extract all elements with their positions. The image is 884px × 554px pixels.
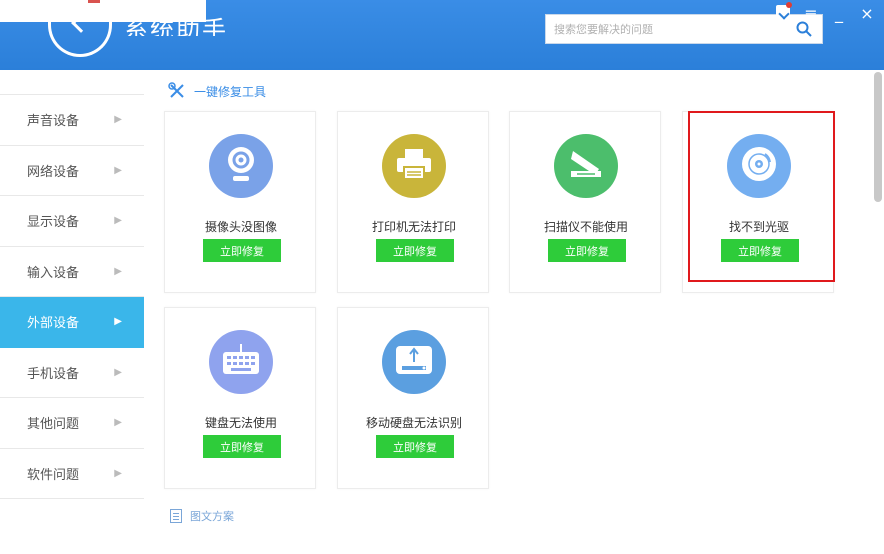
card-icon-circle <box>209 134 273 198</box>
back-button[interactable] <box>48 5 112 57</box>
keyboard-icon <box>221 344 261 380</box>
section-title: 一键修复工具 <box>168 82 266 100</box>
chevron-right-icon: ▶ <box>114 265 122 277</box>
card-label: 打印机无法打印 <box>371 220 456 234</box>
footer-link-label: 图文方案 <box>190 510 234 523</box>
section-title-label: 一键修复工具 <box>194 84 267 99</box>
menu-button[interactable]: ≡ <box>802 3 820 23</box>
sidebar-item[interactable]: 显示设备 ▶ <box>0 196 144 247</box>
sidebar-item[interactable]: 外部设备 ▶ <box>0 297 144 348</box>
fix-now-button[interactable]: 立即修复 <box>376 435 454 458</box>
sidebar-item-label: 声音设备 <box>27 114 80 130</box>
repair-card: 移动硬盘无法识别立即修复 <box>337 307 489 489</box>
app-title: 系统助手 <box>124 16 228 36</box>
repair-card: 键盘无法使用立即修复 <box>164 307 316 489</box>
card-label: 扫描仪不能使用 <box>543 220 628 234</box>
chevron-right-icon: ▶ <box>114 215 122 227</box>
document-icon <box>170 509 182 523</box>
search-input[interactable] <box>546 15 786 43</box>
sidebar-item[interactable]: 手机设备 ▶ <box>0 347 144 398</box>
repair-tools-icon <box>168 82 184 98</box>
repair-card: 摄像头没图像立即修复 <box>164 111 316 293</box>
sidebar-item-label: 手机设备 <box>27 366 80 382</box>
chevron-right-icon: ▶ <box>114 417 122 429</box>
sidebar-item-label: 输入设备 <box>27 265 80 281</box>
sidebar-item[interactable]: 其他问题 ▶ <box>0 398 144 449</box>
sidebar-item[interactable]: 软件问题 ▶ <box>0 448 144 499</box>
sidebar-item-label: 网络设备 <box>27 164 80 180</box>
sidebar-item-label: 显示设备 <box>27 215 80 231</box>
card-label: 摄像头没图像 <box>204 220 277 234</box>
card-icon-circle <box>382 134 446 198</box>
header-bar: 系统助手 ≡ _ × <box>0 0 884 70</box>
printer-icon <box>395 147 433 185</box>
repair-card: 打印机无法打印立即修复 <box>337 111 489 293</box>
notification-dot <box>786 2 792 8</box>
fix-now-button[interactable]: 立即修复 <box>203 239 281 262</box>
close-button[interactable]: × <box>858 3 876 23</box>
sidebar: 声音设备 ▶ 网络设备 ▶ 显示设备 ▶ 输入设备 ▶ 外部设备 ▶ 手机设备 ▶ 其他问题 ▶ 软件问题 ▶ <box>0 95 144 499</box>
footer-link[interactable]: 图文方案 <box>170 508 234 524</box>
red-marker <box>88 0 100 3</box>
minimize-button[interactable]: _ <box>830 3 848 23</box>
repair-card: 扫描仪不能使用立即修复 <box>509 111 661 293</box>
fix-now-button[interactable]: 立即修复 <box>203 435 281 458</box>
chevron-right-icon: ▶ <box>114 164 122 176</box>
fix-now-button[interactable]: 立即修复 <box>548 239 626 262</box>
scanner-icon <box>567 147 605 185</box>
skin-button[interactable] <box>774 2 792 23</box>
chevron-right-icon: ▶ <box>114 467 122 479</box>
sidebar-item[interactable]: 声音设备 ▶ <box>0 95 144 146</box>
card-label: 键盘无法使用 <box>204 416 277 430</box>
fix-now-button[interactable]: 立即修复 <box>376 239 454 262</box>
sidebar-item-label: 软件问题 <box>27 467 80 483</box>
chevron-right-icon: ▶ <box>114 316 122 328</box>
usb-drive-icon <box>394 342 434 382</box>
chevron-right-icon: ▶ <box>114 366 122 378</box>
scrollbar[interactable] <box>874 72 882 202</box>
sidebar-item[interactable]: 网络设备 ▶ <box>0 145 144 196</box>
window-controls: ≡ _ × <box>774 2 876 24</box>
card-icon-circle <box>382 330 446 394</box>
sidebar-item-label: 其他问题 <box>27 417 80 433</box>
webcam-icon <box>224 145 258 187</box>
sidebar-item[interactable]: 输入设备 ▶ <box>0 246 144 297</box>
sidebar-item-label: 外部设备 <box>27 316 80 332</box>
card-icon-circle <box>554 134 618 198</box>
chevron-right-icon: ▶ <box>114 114 122 126</box>
highlight-box <box>688 111 835 282</box>
card-icon-circle <box>209 330 273 394</box>
back-arrow-icon <box>71 13 91 33</box>
card-label: 移动硬盘无法识别 <box>365 416 462 430</box>
